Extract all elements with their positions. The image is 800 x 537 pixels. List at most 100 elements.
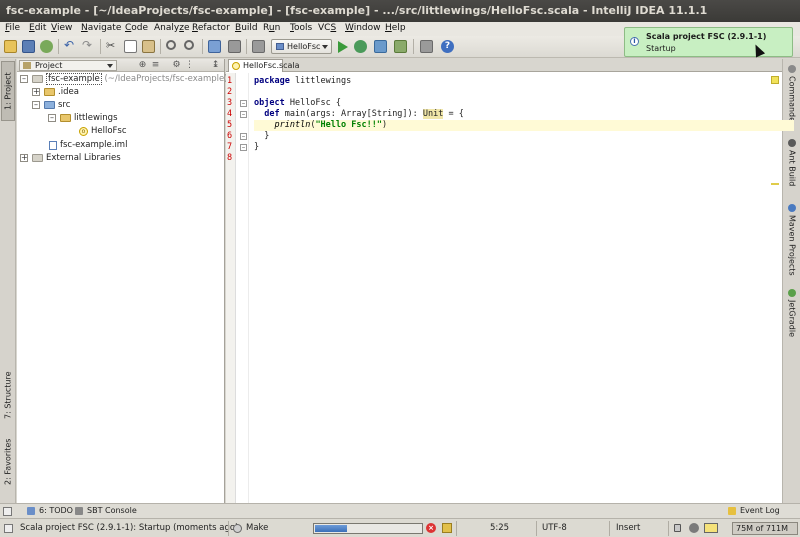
menu-item[interactable]: Edit [29, 23, 46, 33]
vcs-icon[interactable] [420, 40, 433, 53]
copy-icon[interactable] [124, 40, 137, 53]
menu-item[interactable]: Window [345, 23, 381, 33]
source-folder-icon [44, 101, 55, 109]
commander-icon [788, 65, 796, 73]
menu-item[interactable]: File [5, 23, 20, 33]
open-folder-icon[interactable] [4, 40, 17, 53]
tree-node-package[interactable]: – littlewings [48, 112, 118, 124]
menu-item[interactable]: VCS [318, 23, 336, 33]
settings-icon[interactable] [228, 40, 241, 53]
replace-icon[interactable] [184, 40, 194, 50]
caret-position[interactable]: 5:25 [490, 522, 509, 535]
debug-icon[interactable] [354, 40, 367, 53]
scroll-from-source-icon[interactable]: ⊕ [138, 61, 147, 70]
help-icon[interactable]: ? [441, 40, 454, 53]
menu-item[interactable]: Code [125, 23, 148, 33]
redo-icon[interactable]: ↷ [82, 39, 95, 53]
memory-label: 75M of 711M [736, 524, 789, 533]
tab-favorites[interactable]: 2: Favorites [1, 431, 15, 493]
tree-node-libraries[interactable]: + External Libraries [20, 152, 121, 164]
project-icon [23, 62, 31, 69]
menu-item[interactable]: View [51, 23, 72, 33]
menu-item[interactable]: Run [263, 23, 280, 33]
panel-toggle-icon[interactable] [3, 507, 12, 516]
cut-icon[interactable]: ✂ [106, 40, 119, 53]
tree-node-file[interactable]: o HelloFsc [79, 125, 127, 137]
inspection-status-icon[interactable] [771, 76, 779, 84]
expand-icon[interactable]: + [32, 88, 40, 96]
menu-item[interactable]: Refactor [192, 23, 230, 33]
collapse-icon[interactable]: – [20, 75, 28, 83]
collapse-all-icon[interactable]: ≡ [151, 61, 160, 70]
file-encoding[interactable]: UTF-8 [542, 522, 567, 535]
undo-icon[interactable]: ↶ [64, 39, 77, 53]
error-stripe-mark[interactable] [771, 183, 779, 185]
memory-indicator[interactable]: 75M of 711M [732, 522, 798, 535]
menu-item[interactable]: Navigate [81, 23, 121, 33]
gear-icon[interactable]: ⚙ [172, 61, 181, 70]
project-structure-icon[interactable] [208, 40, 221, 53]
tab-project-label: 1: Project [3, 72, 13, 110]
background-task-icon [233, 524, 242, 533]
notification-title: Scala project FSC (2.9.1-1) [646, 32, 767, 41]
line-number: 1 [227, 76, 233, 86]
code-text: main(args: Array[String]): [279, 109, 423, 119]
menu-item[interactable]: Tools [290, 23, 312, 33]
code-area[interactable]: package littlewings object HelloFsc { de… [240, 73, 794, 503]
run-icon[interactable] [338, 41, 348, 53]
method-call: println [274, 120, 311, 130]
string-literal: "Hello Fsc!!" [315, 120, 382, 130]
tab-jetgradle-label: JetGradle [787, 300, 797, 338]
tab-favorites-label: 2: Favorites [3, 438, 13, 486]
pin-icon[interactable]: ⋮ [185, 61, 194, 70]
vcs-status-icon[interactable] [704, 523, 718, 533]
project-panel-header: Project ⊕ ≡ ⚙ ⋮ ↨ [17, 59, 224, 72]
tab-event-log[interactable]: Event Log [728, 506, 780, 515]
coverage-icon[interactable] [374, 40, 387, 53]
line-number-gutter: 1 2 3 4 5 6 7 8 [226, 73, 236, 503]
project-view-selector[interactable]: Project [19, 60, 117, 71]
hide-icon[interactable]: ↨ [211, 61, 220, 70]
tree-node-root[interactable]: – fsc-example (~/IdeaProjects/fsc-exampl… [20, 73, 228, 85]
tab-structure[interactable]: 7: Structure [1, 365, 15, 425]
tree-node-idea[interactable]: + .idea [32, 86, 79, 98]
tree-root-name: fsc-example [46, 73, 102, 85]
progress-fill [315, 525, 347, 532]
tree-libraries-label: External Libraries [46, 153, 121, 163]
tab-hellofsc-scala[interactable]: HelloFsc.scala [228, 59, 300, 72]
tab-todo[interactable]: 6: TODO [27, 506, 73, 515]
tree-node-src[interactable]: – src [32, 99, 70, 111]
collapse-icon[interactable]: – [48, 114, 56, 122]
tab-jetgradle[interactable]: JetGradle [785, 289, 799, 344]
status-toggle-icon[interactable] [4, 524, 13, 533]
tab-maven-projects[interactable]: Maven Projects [785, 204, 799, 279]
synchronize-icon[interactable] [40, 40, 53, 53]
background-tasks-icon[interactable] [442, 523, 452, 533]
expand-icon[interactable]: + [20, 154, 28, 162]
tab-event-log-label: Event Log [740, 506, 780, 515]
tree-node-iml[interactable]: fsc-example.iml [49, 139, 127, 151]
tree-file-label: HelloFsc [91, 126, 127, 136]
save-all-icon[interactable] [22, 40, 35, 53]
event-log-icon [728, 506, 736, 515]
menu-item[interactable]: Analyze [154, 23, 189, 33]
paste-icon[interactable] [142, 40, 155, 53]
lock-icon[interactable] [674, 524, 681, 532]
build-icon[interactable] [252, 40, 265, 53]
status-message[interactable]: Scala project FSC (2.9.1-1): Startup (mo… [20, 522, 238, 535]
tab-sbt-console[interactable]: SBT Console [75, 506, 137, 515]
profile-icon[interactable] [394, 40, 407, 53]
menu-item[interactable]: Help [385, 23, 406, 33]
find-icon[interactable] [166, 40, 176, 50]
cancel-task-icon[interactable]: × [426, 523, 436, 533]
insert-mode[interactable]: Insert [616, 522, 640, 535]
notification-balloon[interactable]: i Scala project FSC (2.9.1-1) Startup [624, 27, 793, 57]
line-number: 2 [227, 87, 233, 97]
inspector-icon[interactable] [689, 523, 699, 533]
tab-project[interactable]: 1: Project [1, 61, 15, 121]
status-bar: Scala project FSC (2.9.1-1): Startup (mo… [0, 518, 800, 537]
collapse-icon[interactable]: – [32, 101, 40, 109]
menu-item[interactable]: Build [235, 23, 258, 33]
run-configuration-dropdown[interactable]: HelloFsc [271, 39, 332, 54]
